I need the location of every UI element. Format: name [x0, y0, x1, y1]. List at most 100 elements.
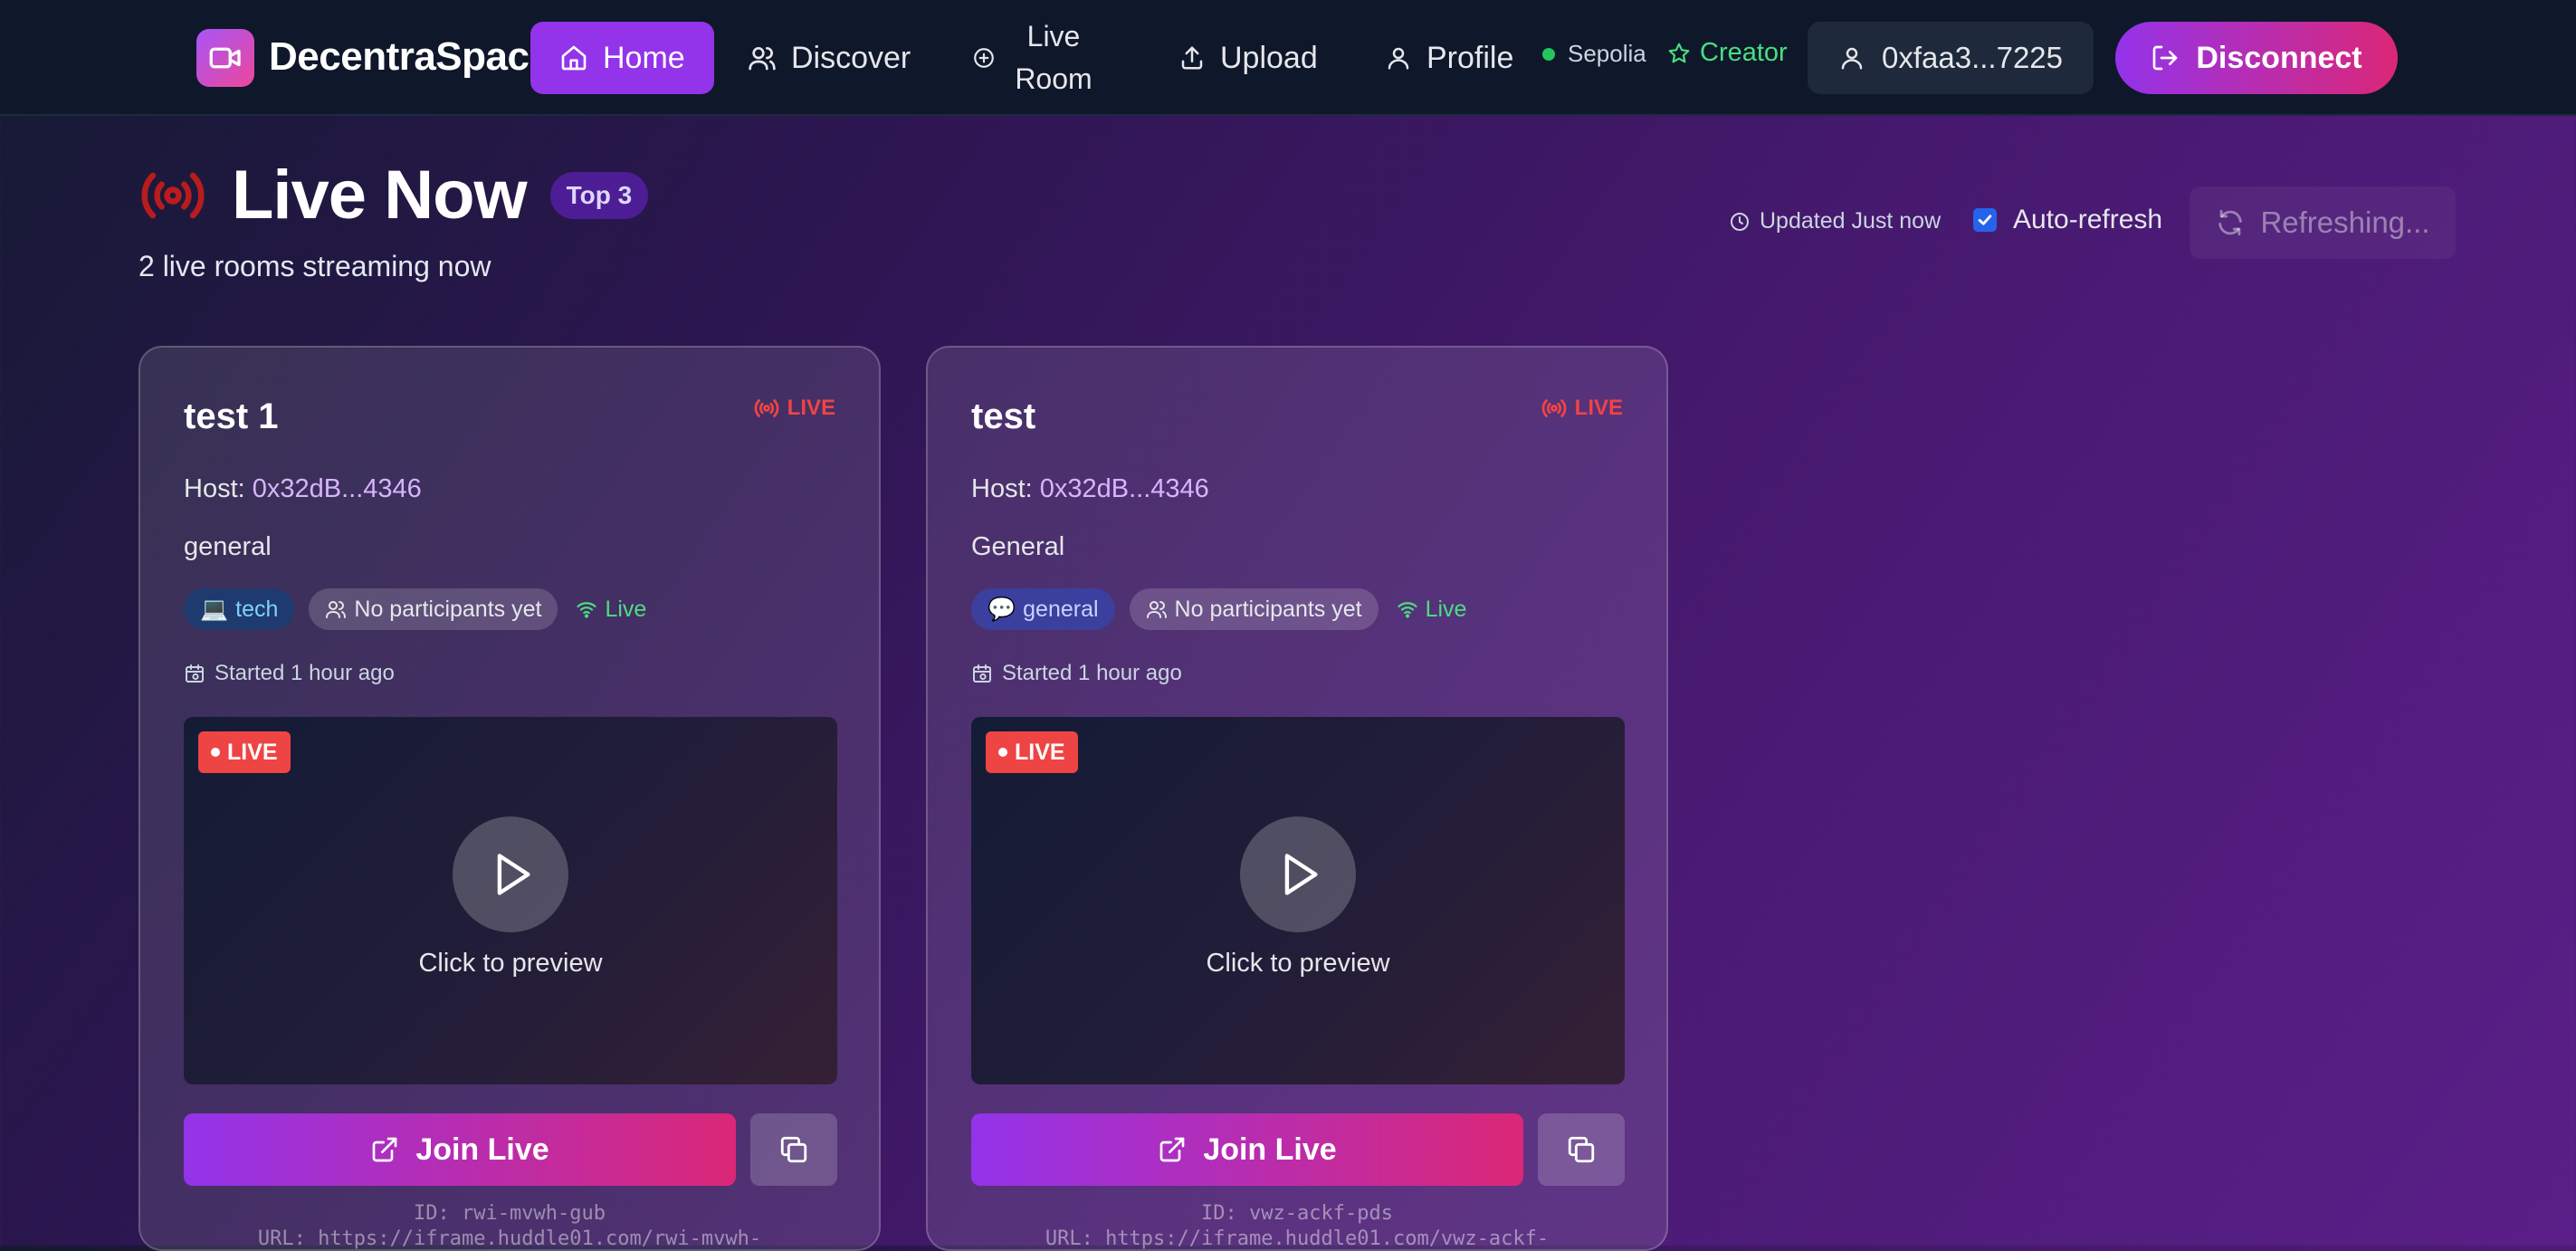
play-button[interactable]	[453, 816, 568, 932]
nav-upload[interactable]: Upload	[1178, 22, 1318, 94]
stream-preview[interactable]: LIVE Click to preview	[184, 717, 837, 1084]
preview-label: Click to preview	[418, 949, 603, 978]
logo-video-icon[interactable]	[196, 29, 254, 87]
clock-icon	[1731, 212, 1749, 231]
star-icon	[1668, 43, 1690, 62]
status-label: Live	[605, 596, 647, 622]
room-live-indicator: LIVE	[753, 395, 835, 422]
stream-preview[interactable]: LIVE Click to preview	[971, 717, 1625, 1084]
checkmark-icon	[1978, 215, 1992, 225]
nav-discover-label: Discover	[791, 40, 911, 75]
network-status-dot	[1542, 47, 1555, 61]
play-icon	[497, 854, 530, 895]
nav-live-room-label: Live Room	[1015, 20, 1092, 95]
live-dot	[211, 748, 220, 757]
last-updated-text: Updated Just now	[1760, 208, 1942, 234]
wifi-icon	[1397, 602, 1417, 618]
nav-live-room[interactable]: Live Room	[972, 20, 1097, 95]
calendar-clock-icon	[973, 664, 991, 683]
user-icon	[1841, 47, 1863, 70]
room-live-indicator: LIVE	[1541, 395, 1623, 422]
room-url: URL: https://iframe.huddle01.com/vwz-ack…	[1045, 1227, 1550, 1250]
home-icon	[561, 45, 587, 71]
users-icon	[1146, 601, 1167, 618]
page-title: Live Now	[232, 157, 528, 234]
room-host-address[interactable]: 0x32dB...4346	[1040, 474, 1209, 503]
room-live-label: LIVE	[1574, 396, 1623, 420]
plus-circle-icon	[974, 48, 994, 68]
category-label: tech	[235, 596, 279, 622]
page-header: Live Now Top 3	[138, 156, 649, 234]
room-card: test 1 LIVE Host: 0x32dB...4346 general …	[138, 346, 881, 1251]
external-link-icon	[1159, 1137, 1185, 1162]
refresh-icon	[2218, 209, 2243, 236]
room-host: Host: 0x32dB...4346	[971, 474, 1209, 504]
laptop-icon: 💻	[200, 596, 229, 622]
creator-label: Creator	[1700, 38, 1788, 67]
preview-live-badge: LIVE	[986, 731, 1078, 773]
external-link-icon	[372, 1137, 397, 1162]
room-title: test 1	[184, 396, 279, 436]
last-updated: Updated Just now	[1729, 208, 1941, 234]
users-icon	[326, 601, 347, 618]
broadcast-icon	[141, 172, 205, 218]
room-host-label: Host:	[971, 474, 1033, 503]
calendar-clock-icon	[186, 664, 204, 683]
auto-refresh-label: Auto-refresh	[2013, 205, 2163, 234]
top-navbar: DecentraSpace Home Discover Live Room Up…	[0, 0, 2576, 116]
room-started: Started 1 hour ago	[184, 661, 395, 686]
copy-icon	[1568, 1136, 1595, 1163]
disconnect-label: Disconnect	[2196, 40, 2362, 75]
nav-discover[interactable]: Discover	[748, 22, 911, 94]
preview-live-badge: LIVE	[198, 731, 291, 773]
user-icon	[1388, 47, 1409, 70]
join-live-button[interactable]: Join Live	[971, 1113, 1523, 1186]
category-label: general	[1023, 596, 1099, 622]
room-started: Started 1 hour ago	[971, 661, 1182, 686]
play-button[interactable]	[1240, 816, 1356, 932]
status-tag: Live	[572, 588, 650, 630]
upload-icon	[1181, 46, 1203, 70]
network-name: Sepolia	[1568, 40, 1646, 67]
join-live-button[interactable]: Join Live	[184, 1113, 736, 1186]
nav-home[interactable]: Home	[530, 22, 714, 94]
status-label: Live	[1425, 596, 1467, 622]
creator-badge: Creator	[1667, 38, 1788, 68]
status-tag: Live	[1393, 588, 1471, 630]
disconnect-button[interactable]: Disconnect	[2115, 22, 2398, 94]
room-started-text: Started 1 hour ago	[1002, 661, 1182, 685]
room-host-label: Host:	[184, 474, 245, 503]
copy-link-button[interactable]	[1538, 1113, 1625, 1186]
copy-link-button[interactable]	[750, 1113, 837, 1186]
room-description: General	[971, 532, 1065, 561]
room-description: general	[184, 532, 272, 561]
auto-refresh-checkbox[interactable]	[1973, 208, 1997, 232]
room-host: Host: 0x32dB...4346	[184, 474, 422, 504]
network-indicator: Sepolia	[1542, 40, 1646, 68]
users-icon	[749, 47, 776, 71]
room-url: URL: https://iframe.huddle01.com/rwi-mvw…	[257, 1227, 762, 1250]
room-card: test LIVE Host: 0x32dB...4346 General 💬 …	[926, 346, 1668, 1251]
speech-bubble-icon: 💬	[987, 596, 1016, 622]
room-id: ID: rwi-mvwh-gub	[414, 1202, 606, 1225]
refresh-button[interactable]: Refreshing...	[2190, 186, 2456, 259]
wallet-address-button[interactable]: 0xfaa3...7225	[1808, 22, 2094, 94]
nav-upload-label: Upload	[1220, 40, 1318, 75]
room-started-text: Started 1 hour ago	[215, 661, 395, 685]
play-icon	[1284, 854, 1318, 895]
room-host-address[interactable]: 0x32dB...4346	[253, 474, 422, 503]
nav-profile[interactable]: Profile	[1385, 22, 1513, 94]
brand-name[interactable]: DecentraSpace	[269, 34, 551, 80]
participants-label: No participants yet	[354, 596, 542, 622]
room-title: test	[971, 396, 1036, 436]
auto-refresh-toggle[interactable]: Auto-refresh	[1973, 205, 2162, 235]
top-count-badge: Top 3	[549, 171, 649, 219]
category-tag: 💻 tech	[184, 588, 295, 630]
room-tags: 💬 general No participants yet Live	[971, 588, 1470, 630]
live-dot	[998, 748, 1007, 757]
nav-profile-label: Profile	[1426, 40, 1514, 75]
preview-live-label: LIVE	[1015, 739, 1065, 765]
nav-home-label: Home	[603, 40, 685, 75]
copy-icon	[780, 1136, 807, 1163]
participants-tag: No participants yet	[309, 588, 558, 630]
